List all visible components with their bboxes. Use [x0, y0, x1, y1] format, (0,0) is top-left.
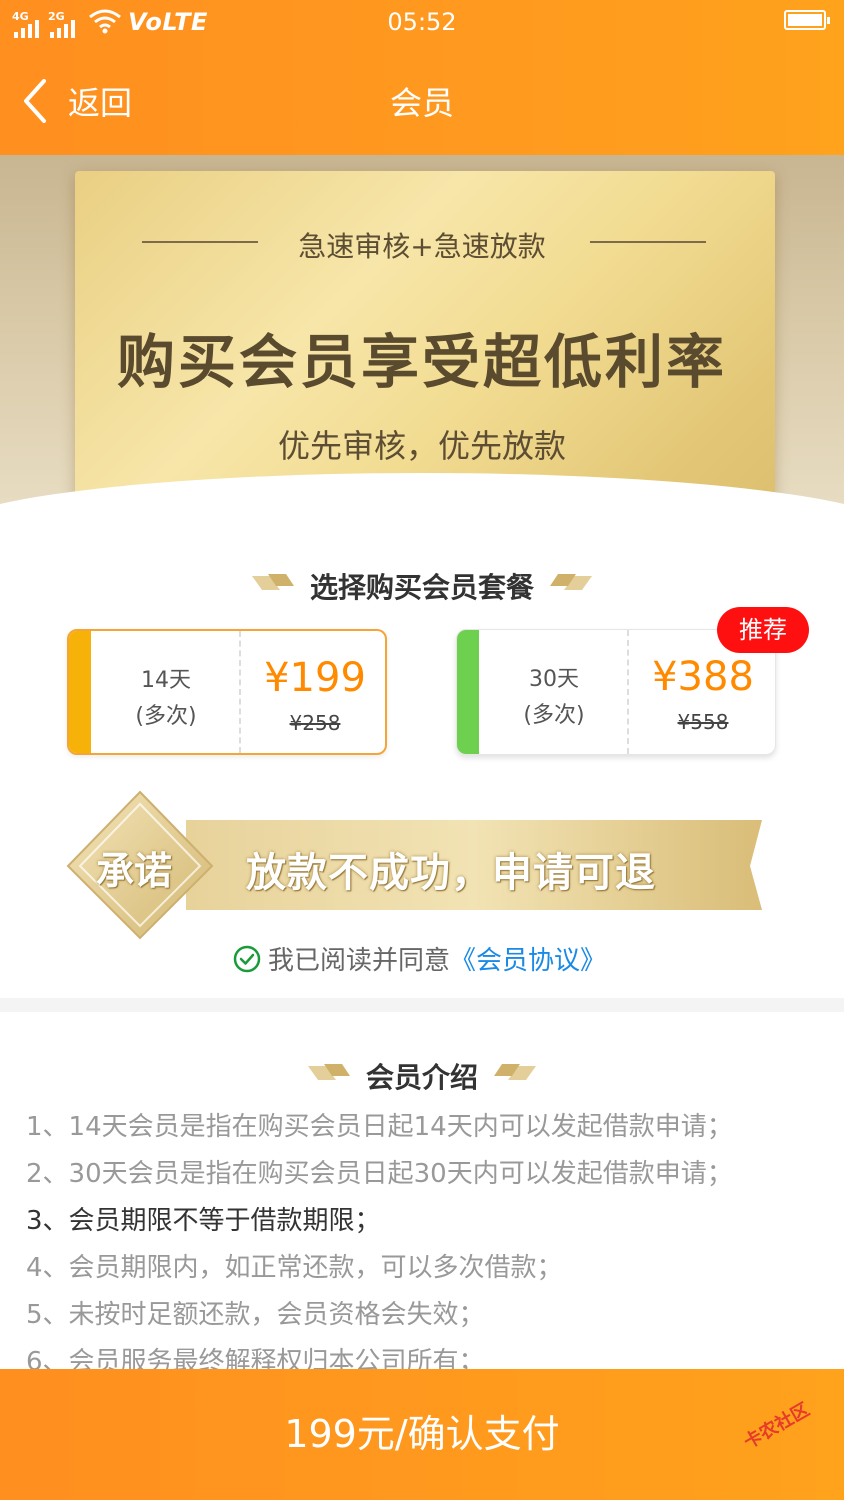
recommend-badge: 推荐: [717, 607, 809, 653]
package-original-price: ¥558: [677, 710, 729, 734]
intro-item: 4、会员期限内，如正常还款，可以多次借款；: [26, 1253, 563, 1283]
agreement-row[interactable]: 我已阅读并同意 《会员协议》: [232, 940, 606, 977]
member-agreement-link[interactable]: 《会员协议》: [450, 940, 606, 977]
intro-item: 3、会员期限不等于借款期限；: [26, 1206, 381, 1236]
intro-list: 1、14天会员是指在购买会员日起14天内可以发起借款申请； 2、30天会员是指在…: [26, 1104, 826, 1386]
package-stripe: [457, 630, 479, 754]
package-section-title: 选择购买会员套餐: [309, 571, 534, 604]
intro-deco-right-icon: [494, 1064, 536, 1080]
banner-subtitle: 急速审核+急速放款: [298, 230, 546, 263]
promise-text: 放款不成功，申请可退: [246, 850, 656, 896]
top-bar: 4G 2G VoLTE 05:52 返回 会员: [0, 0, 844, 155]
section-divider: [0, 998, 844, 1012]
package-stripe: [69, 631, 91, 753]
check-circle-icon[interactable]: [232, 944, 262, 974]
intro-section-title: 会员介绍: [365, 1061, 478, 1094]
package-mode: (多次): [523, 703, 585, 728]
confirm-pay-button[interactable]: 199元/确认支付: [0, 1369, 844, 1500]
intro-item: 5、未按时足额还款，会员资格会失效；: [26, 1300, 485, 1330]
package-days: 14天: [141, 668, 191, 693]
package-duration: 14天 (多次): [91, 663, 241, 735]
package-duration: 30天 (多次): [479, 662, 629, 734]
promise-badge: 承诺: [96, 849, 173, 893]
intro-item: 2、30天会员是指在购买会员日起30天内可以发起借款申请；: [26, 1159, 733, 1189]
package-days: 30天: [529, 667, 579, 692]
package-original-price: ¥258: [289, 711, 341, 735]
status-bar: 4G 2G VoLTE 05:52: [0, 0, 844, 44]
package-price: ¥388: [652, 654, 754, 700]
banner-headline: 购买会员享受超低利率: [116, 328, 727, 396]
agreement-text: 我已阅读并同意: [268, 946, 451, 976]
package-mode: (多次): [135, 704, 197, 729]
banner-tagline: 优先审核，优先放款: [277, 427, 566, 465]
intro-item: 1、14天会员是指在购买会员日起14天内可以发起借款申请；: [26, 1112, 733, 1142]
status-time: 05:52: [387, 8, 457, 36]
membership-banner: 急速审核+急速放款 购买会员享受超低利率 优先审核，优先放款: [0, 155, 844, 515]
package-price: ¥199: [264, 655, 366, 701]
battery-icon: [784, 10, 830, 30]
page-title: 会员: [389, 84, 454, 122]
package-card-14-days[interactable]: 14天 (多次) ¥199 ¥258: [67, 629, 387, 755]
title-deco-right-icon: [550, 574, 592, 590]
